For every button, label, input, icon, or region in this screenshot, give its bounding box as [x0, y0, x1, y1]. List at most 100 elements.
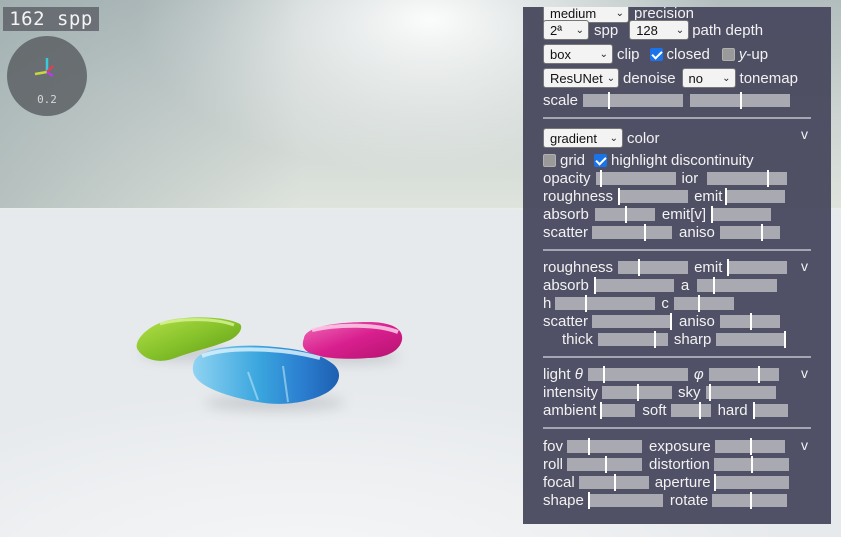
material2-section-toggle[interactable]: v [801, 258, 808, 274]
thick-slider[interactable] [597, 330, 668, 348]
slider-thumb[interactable] [644, 223, 647, 241]
slider-thumb[interactable] [587, 491, 590, 509]
fov-slider[interactable] [567, 437, 643, 455]
rotate-slider[interactable] [712, 491, 788, 509]
color-mode-select[interactable]: gradient ⌄ [543, 128, 623, 148]
slider-thumb[interactable] [749, 491, 752, 509]
sharp-slider[interactable] [716, 330, 787, 348]
slider-thumb[interactable] [588, 437, 591, 455]
slider-thumb[interactable] [613, 473, 616, 491]
slider-thumb[interactable] [713, 276, 716, 294]
path-depth-select[interactable]: 128 ⌄ [629, 20, 690, 40]
material-section-toggle[interactable]: v [801, 126, 808, 142]
slider-thumb[interactable] [600, 401, 603, 419]
slider-thumb[interactable] [709, 383, 712, 401]
light-section-toggle[interactable]: v [801, 365, 808, 381]
slider-thumb[interactable] [670, 312, 673, 330]
denoise-label: denoise [623, 69, 676, 87]
soft-slider[interactable] [670, 401, 711, 419]
tonemap-select[interactable]: no ⌄ [681, 68, 736, 88]
slider-thumb[interactable] [608, 91, 610, 109]
absorb2-label: absorb [543, 276, 589, 294]
ambient-slider[interactable] [600, 401, 636, 419]
slider-thumb[interactable] [752, 401, 755, 419]
spp-select[interactable]: 2ª ⌄ [543, 20, 589, 40]
slider-thumb[interactable] [760, 223, 763, 241]
section-divider [543, 356, 811, 358]
slider-thumb[interactable] [757, 365, 760, 383]
camera-section-toggle[interactable]: v [801, 437, 808, 453]
scale-slider-1[interactable] [583, 91, 683, 109]
slider-thumb[interactable] [725, 187, 728, 205]
focal-slider[interactable] [578, 473, 649, 491]
aniso2-slider[interactable] [719, 312, 780, 330]
slider-thumb[interactable] [593, 276, 596, 294]
emit2-slider[interactable] [727, 258, 788, 276]
slider-thumb[interactable] [604, 455, 607, 473]
slider-thumb[interactable] [727, 258, 730, 276]
tonemap-label: tonemap [739, 69, 798, 87]
light-phi-label: φ [693, 365, 704, 383]
light-phi-slider[interactable] [708, 365, 779, 383]
slider-thumb[interactable] [749, 312, 752, 330]
aperture-slider[interactable] [713, 473, 789, 491]
slider-thumb[interactable] [749, 437, 752, 455]
light-theta-slider[interactable] [587, 365, 688, 383]
scatter2-slider[interactable] [592, 312, 673, 330]
slider-thumb[interactable] [698, 401, 701, 419]
grid-checkbox[interactable] [543, 153, 556, 167]
light-theta-label: light θ [543, 366, 583, 383]
slider-thumb[interactable] [637, 383, 640, 401]
slider-thumb[interactable] [653, 330, 656, 348]
absorb2-slider[interactable] [593, 276, 674, 294]
roll-slider[interactable] [567, 455, 643, 473]
closed-checkbox[interactable] [649, 47, 663, 61]
emit-v-slider[interactable] [711, 205, 772, 223]
shape-slider[interactable] [587, 491, 663, 509]
aniso-label: aniso [679, 223, 715, 241]
a-slider[interactable] [697, 276, 778, 294]
slider-thumb[interactable] [697, 294, 700, 312]
clip-select[interactable]: box ⌄ [543, 44, 613, 64]
scatter2-label: scatter [543, 312, 589, 330]
y-up-checkbox[interactable] [721, 47, 735, 61]
scale-label: scale [543, 91, 579, 109]
slider-thumb[interactable] [751, 455, 754, 473]
slider-thumb[interactable] [784, 330, 787, 348]
slider-thumb[interactable] [767, 169, 770, 187]
slider-thumb[interactable] [618, 187, 621, 205]
gizmo-scale-label: 0.2 [37, 93, 57, 106]
slider-thumb[interactable] [624, 205, 627, 223]
aniso2-label: aniso [679, 312, 715, 330]
absorb-slider[interactable] [594, 205, 655, 223]
roughness-slider[interactable] [618, 187, 689, 205]
c-slider[interactable] [673, 294, 734, 312]
ior-slider[interactable] [707, 169, 788, 187]
slider-thumb[interactable] [602, 365, 605, 383]
slider-thumb[interactable] [599, 169, 602, 187]
scale-slider-2[interactable] [690, 91, 790, 109]
slider-thumb[interactable] [740, 91, 742, 109]
sky-label: sky [678, 383, 701, 401]
scatter-slider[interactable] [592, 223, 673, 241]
denoise-select[interactable]: ResUNet ⌄ [543, 68, 619, 88]
aniso-slider[interactable] [719, 223, 780, 241]
emit-slider[interactable] [725, 187, 786, 205]
slider-thumb[interactable] [713, 473, 716, 491]
highlight-discontinuity-checkbox[interactable] [594, 153, 608, 167]
section-divider [543, 427, 811, 429]
slider-thumb[interactable] [585, 294, 588, 312]
roughness2-slider[interactable] [618, 258, 689, 276]
intensity-slider[interactable] [602, 383, 673, 401]
axis-gizmo[interactable]: 0.2 [7, 36, 87, 116]
opacity-slider[interactable] [595, 169, 676, 187]
slider-thumb[interactable] [711, 205, 714, 223]
roughness-label: roughness [543, 187, 614, 205]
slider-thumb[interactable] [638, 258, 641, 276]
h-slider[interactable] [555, 294, 656, 312]
sky-slider[interactable] [705, 383, 776, 401]
distortion-slider[interactable] [713, 455, 789, 473]
hard-slider[interactable] [752, 401, 788, 419]
highlight-discontinuity-label: highlight discontinuity [611, 151, 754, 169]
exposure-slider[interactable] [714, 437, 785, 455]
